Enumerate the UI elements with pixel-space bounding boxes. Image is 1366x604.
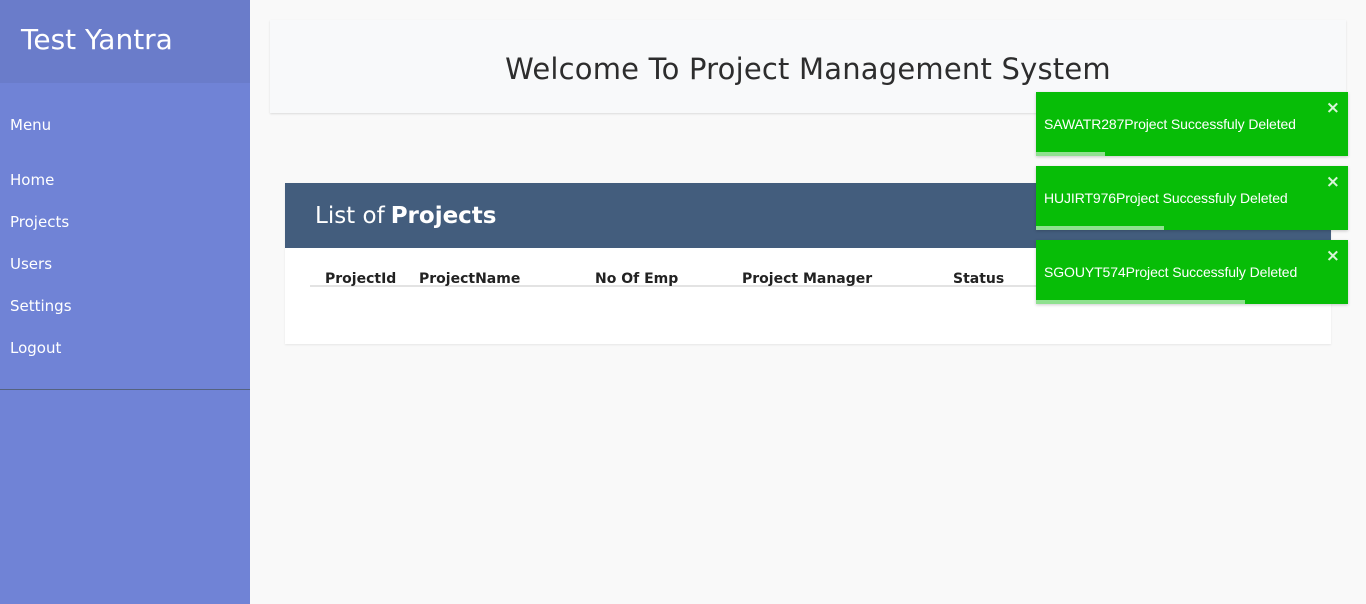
- sidebar-divider: [0, 389, 250, 390]
- brand-title[interactable]: Test Yantra: [21, 23, 173, 56]
- brand-bar: Test Yantra: [0, 0, 250, 83]
- page-title: Welcome To Project Management System: [505, 52, 1111, 86]
- toast-progress-bar: [1036, 226, 1164, 230]
- menu-label: Menu: [10, 116, 52, 134]
- sidebar-nav: Home Projects Users Settings Logout: [0, 170, 250, 380]
- column-header-projectid[interactable]: ProjectId: [325, 271, 396, 287]
- column-header-status[interactable]: Status: [953, 271, 1004, 287]
- toast-progress-bar: [1036, 152, 1105, 156]
- toast-container: SAWATR287Project Successfuly Deleted × H…: [1036, 92, 1348, 314]
- toast-success[interactable]: SAWATR287Project Successfuly Deleted ×: [1036, 92, 1348, 156]
- column-header-projectname[interactable]: ProjectName: [419, 271, 520, 287]
- column-header-project-manager[interactable]: Project Manager: [742, 271, 872, 287]
- toast-message: SAWATR287Project Successfuly Deleted: [1044, 116, 1296, 132]
- sidebar-item-home[interactable]: Home: [0, 170, 250, 212]
- projects-title-prefix: List of: [315, 202, 385, 229]
- toast-message: SGOUYT574Project Successfuly Deleted: [1044, 264, 1298, 280]
- sidebar-item-projects[interactable]: Projects: [0, 212, 250, 254]
- toast-progress-bar: [1036, 300, 1246, 304]
- projects-title-emphasis: Projects: [390, 202, 497, 229]
- sidebar-item-logout[interactable]: Logout: [0, 338, 250, 380]
- toast-success[interactable]: HUJIRT976Project Successfuly Deleted ×: [1036, 166, 1348, 230]
- sidebar: Test Yantra Menu Home Projects Users Set…: [0, 0, 250, 604]
- column-header-no-of-emp[interactable]: No Of Emp: [595, 271, 678, 287]
- close-icon[interactable]: ×: [1326, 98, 1340, 118]
- toast-message: HUJIRT976Project Successfuly Deleted: [1044, 190, 1288, 206]
- sidebar-item-settings[interactable]: Settings: [0, 296, 250, 338]
- toast-success[interactable]: SGOUYT574Project Successfuly Deleted ×: [1036, 240, 1348, 304]
- close-icon[interactable]: ×: [1326, 246, 1340, 266]
- sidebar-item-users[interactable]: Users: [0, 254, 250, 296]
- close-icon[interactable]: ×: [1326, 172, 1340, 192]
